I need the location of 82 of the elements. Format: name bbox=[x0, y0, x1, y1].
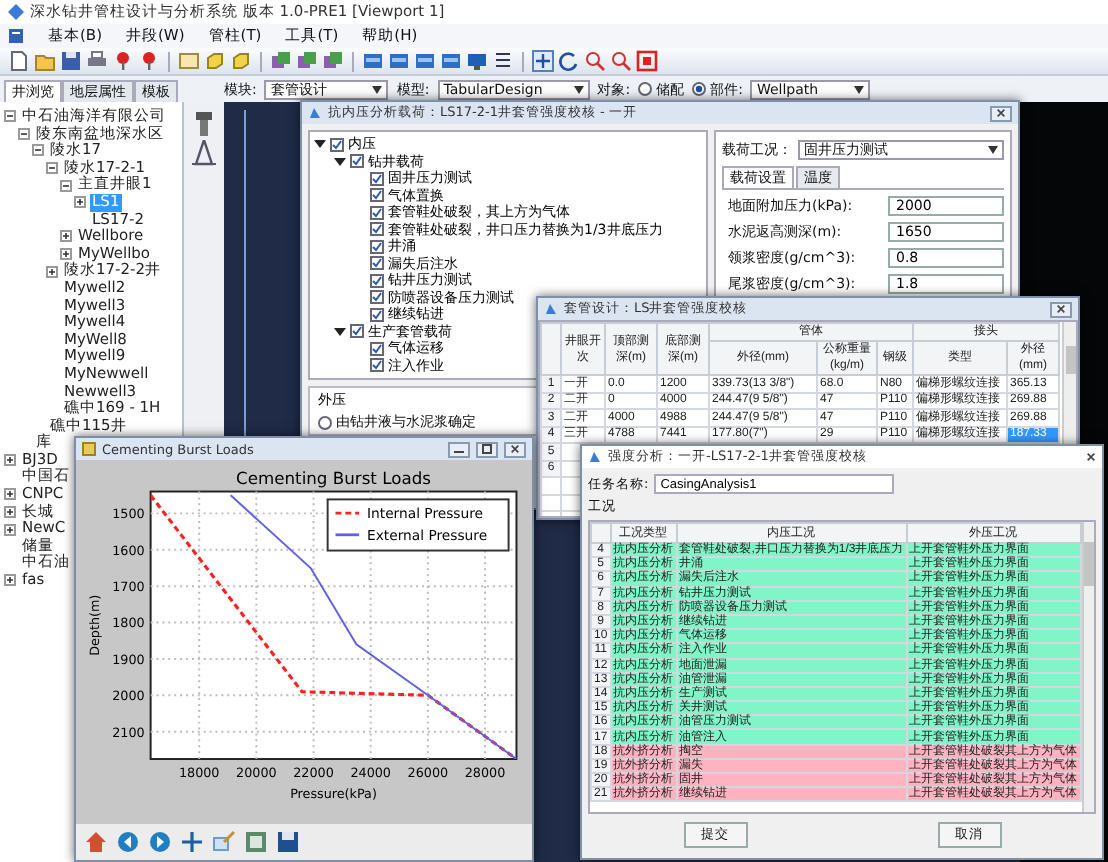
panel-icon[interactable] bbox=[362, 50, 384, 72]
save-icon[interactable] bbox=[276, 830, 300, 854]
chart-app-icon bbox=[82, 442, 96, 456]
forward-icon[interactable] bbox=[148, 830, 172, 854]
expand-icon[interactable] bbox=[74, 196, 86, 209]
checkbox[interactable] bbox=[370, 273, 384, 288]
expand-icon[interactable] bbox=[60, 248, 72, 261]
checkbox[interactable] bbox=[350, 154, 364, 169]
wellhead-icon[interactable] bbox=[192, 110, 216, 136]
monitor-icon[interactable] bbox=[466, 50, 488, 72]
close-icon bbox=[996, 108, 1006, 118]
print-icon[interactable] bbox=[86, 50, 108, 72]
move-icon[interactable] bbox=[532, 50, 554, 72]
panel-icon[interactable] bbox=[414, 50, 436, 72]
collapse-icon[interactable] bbox=[18, 127, 30, 140]
zoom-icon[interactable] bbox=[584, 50, 606, 72]
maximize-button[interactable] bbox=[476, 441, 498, 457]
home-icon[interactable] bbox=[84, 830, 108, 854]
close-icon bbox=[1056, 304, 1066, 314]
collapse-icon[interactable] bbox=[4, 110, 16, 123]
back-icon[interactable] bbox=[116, 830, 140, 854]
panel-icon[interactable] bbox=[388, 50, 410, 72]
checkbox[interactable] bbox=[370, 358, 384, 373]
app-icon bbox=[588, 450, 602, 464]
close-button[interactable] bbox=[1050, 301, 1072, 317]
marker-icon[interactable] bbox=[138, 50, 160, 72]
maximize-icon bbox=[482, 444, 492, 454]
close-button[interactable] bbox=[990, 105, 1012, 121]
minimize-button[interactable] bbox=[448, 441, 470, 457]
close-icon bbox=[1086, 452, 1096, 462]
app-icon bbox=[544, 302, 558, 316]
layers-icon[interactable] bbox=[296, 50, 318, 72]
checkbox[interactable] bbox=[370, 239, 384, 254]
collapse-icon[interactable] bbox=[46, 162, 58, 175]
checkbox[interactable] bbox=[330, 137, 344, 152]
close-button[interactable] bbox=[504, 441, 526, 457]
caret-icon bbox=[988, 146, 998, 154]
radio-button[interactable] bbox=[318, 415, 332, 429]
expand-icon[interactable] bbox=[4, 505, 16, 518]
expand-icon[interactable] bbox=[60, 230, 72, 243]
expand-icon[interactable] bbox=[46, 265, 58, 278]
fit-view-icon[interactable] bbox=[636, 50, 658, 72]
menu-app-icon[interactable] bbox=[8, 28, 24, 44]
close-icon bbox=[510, 444, 520, 454]
checkbox[interactable] bbox=[370, 290, 384, 305]
collapse-arrow-icon[interactable] bbox=[314, 138, 326, 151]
expand-icon[interactable] bbox=[4, 574, 16, 587]
pan-icon[interactable] bbox=[180, 830, 204, 854]
configure-icon[interactable] bbox=[244, 830, 268, 854]
save-icon[interactable] bbox=[60, 50, 82, 72]
checkbox[interactable] bbox=[370, 205, 384, 220]
expand-icon[interactable] bbox=[4, 488, 16, 501]
layers-icon[interactable] bbox=[270, 50, 292, 72]
rotate-icon[interactable] bbox=[558, 50, 580, 72]
panel-icon[interactable] bbox=[440, 50, 462, 72]
collapse-icon[interactable] bbox=[60, 179, 72, 192]
caret-icon bbox=[573, 85, 584, 93]
text-tool-icon[interactable] bbox=[178, 50, 200, 72]
collapse-arrow-icon[interactable] bbox=[334, 325, 346, 338]
checkbox[interactable] bbox=[370, 307, 384, 322]
checkbox[interactable] bbox=[350, 324, 364, 339]
radio-button[interactable] bbox=[638, 82, 653, 96]
checkbox[interactable] bbox=[370, 256, 384, 271]
checkbox[interactable] bbox=[370, 341, 384, 356]
layers-icon[interactable] bbox=[322, 50, 344, 72]
checkbox[interactable] bbox=[370, 222, 384, 237]
app-icon bbox=[308, 106, 322, 120]
expand-icon[interactable] bbox=[4, 523, 16, 536]
app-logo-icon bbox=[8, 4, 24, 20]
list-icon[interactable] bbox=[492, 50, 514, 72]
expand-icon[interactable] bbox=[4, 454, 16, 467]
derrick-icon[interactable] bbox=[192, 140, 216, 166]
checkbox[interactable] bbox=[370, 188, 384, 203]
collapse-icon[interactable] bbox=[32, 144, 44, 157]
collapse-arrow-icon[interactable] bbox=[334, 155, 346, 168]
zoom-icon[interactable] bbox=[610, 50, 632, 72]
marker-icon[interactable] bbox=[112, 50, 134, 72]
caret-icon bbox=[854, 85, 865, 93]
caret-icon bbox=[372, 85, 383, 93]
chart-title: Cementing Burst Loads bbox=[236, 467, 431, 488]
checkbox[interactable] bbox=[370, 171, 384, 186]
radio-button[interactable] bbox=[692, 82, 707, 96]
